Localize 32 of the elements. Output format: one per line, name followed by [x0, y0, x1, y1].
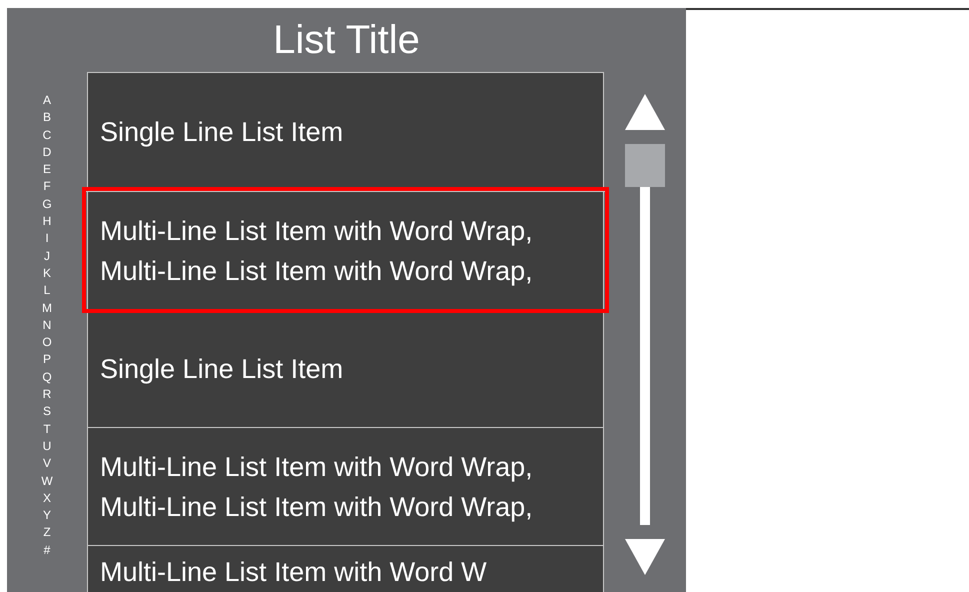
index-letter[interactable]: C — [42, 126, 52, 144]
index-letter[interactable]: F — [43, 178, 51, 196]
index-letter[interactable]: H — [42, 213, 52, 230]
list-item[interactable]: Multi-Line List Item with Word Wrap, Multi-Line List Item with Word Wrap, — [88, 427, 603, 545]
index-letter[interactable]: O — [42, 334, 52, 352]
index-letter[interactable]: K — [42, 264, 51, 282]
index-letter[interactable]: Y — [42, 507, 51, 524]
index-letter[interactable]: E — [42, 161, 51, 178]
index-letter[interactable]: A — [42, 92, 51, 110]
index-letter[interactable]: P — [42, 351, 51, 369]
index-letter[interactable]: M — [42, 300, 52, 317]
index-letter[interactable]: Z — [43, 524, 51, 542]
index-letter[interactable]: X — [42, 490, 51, 508]
index-letter[interactable]: I — [45, 230, 49, 248]
index-letter[interactable]: R — [42, 386, 52, 404]
index-letter[interactable]: T — [43, 420, 51, 438]
index-letter[interactable]: Q — [42, 368, 52, 386]
index-letter[interactable]: # — [44, 542, 50, 560]
index-letter[interactable]: D — [42, 144, 52, 162]
index-letter[interactable]: W — [41, 472, 53, 490]
list-item[interactable]: Single Line List Item — [88, 73, 603, 191]
index-letter[interactable]: J — [44, 248, 50, 265]
index-letter[interactable]: N — [42, 316, 52, 334]
list-item[interactable]: Multi-Line List Item with Word W — [88, 545, 603, 592]
index-letter[interactable]: G — [42, 196, 52, 214]
index-letter[interactable]: U — [42, 438, 52, 456]
list-item[interactable]: Single Line List Item — [88, 309, 603, 427]
index-letter[interactable]: S — [42, 403, 51, 421]
index-letter[interactable]: B — [42, 109, 51, 127]
index-letter[interactable]: L — [44, 282, 50, 300]
index-letter[interactable]: V — [42, 455, 51, 473]
list-title: List Title — [272, 17, 421, 64]
